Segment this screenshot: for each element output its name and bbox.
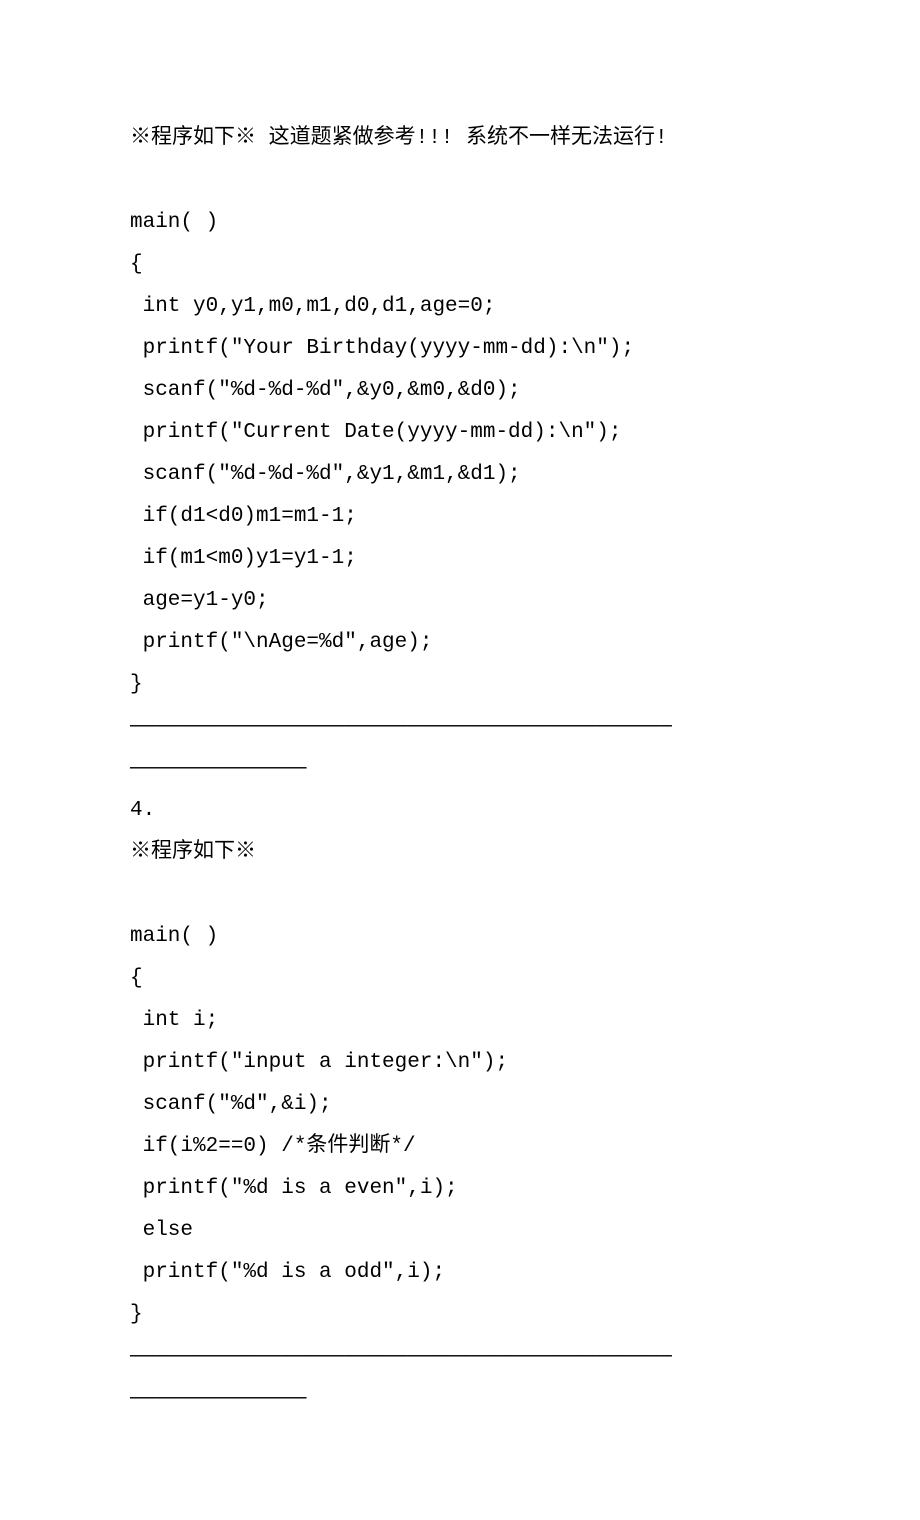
text-line: printf("%d is a odd",i);	[130, 1252, 790, 1294]
text-line: if(i%2==0) /*条件判断*/	[130, 1126, 790, 1168]
text-line: printf("%d is a even",i);	[130, 1168, 790, 1210]
text-line	[130, 874, 790, 916]
text-line: printf("\nAge=%d",age);	[130, 622, 790, 664]
text-line: scanf("%d",&i);	[130, 1084, 790, 1126]
text-line: }	[130, 664, 790, 706]
text-line: int i;	[130, 1000, 790, 1042]
text-line: }	[130, 1294, 790, 1336]
text-line	[130, 160, 790, 202]
text-line: ※程序如下※ 这道题紧做参考!!! 系统不一样无法运行!	[130, 118, 790, 160]
text-line: 4.	[130, 790, 790, 832]
text-line: scanf("%d-%d-%d",&y0,&m0,&d0);	[130, 370, 790, 412]
text-line: main( )	[130, 916, 790, 958]
text-line: if(d1<d0)m1=m1-1;	[130, 496, 790, 538]
text-line: int y0,y1,m0,m1,d0,d1,age=0;	[130, 286, 790, 328]
text-line: ————————————————————————————————————————…	[130, 706, 790, 748]
text-line: {	[130, 958, 790, 1000]
text-line: printf("input a integer:\n");	[130, 1042, 790, 1084]
text-line: ——————————————	[130, 748, 790, 790]
text-line: scanf("%d-%d-%d",&y1,&m1,&d1);	[130, 454, 790, 496]
text-line: ※程序如下※	[130, 832, 790, 874]
text-line: printf("Current Date(yyyy-mm-dd):\n");	[130, 412, 790, 454]
text-line: ————————————————————————————————————————…	[130, 1336, 790, 1378]
text-line: ——————————————	[130, 1378, 790, 1420]
text-line: printf("Your Birthday(yyyy-mm-dd):\n");	[130, 328, 790, 370]
text-line: if(m1<m0)y1=y1-1;	[130, 538, 790, 580]
text-line: age=y1-y0;	[130, 580, 790, 622]
text-line: main( )	[130, 202, 790, 244]
text-line: {	[130, 244, 790, 286]
text-line: else	[130, 1210, 790, 1252]
document-page: ※程序如下※ 这道题紧做参考!!! 系统不一样无法运行! main( ) { i…	[0, 0, 920, 1520]
